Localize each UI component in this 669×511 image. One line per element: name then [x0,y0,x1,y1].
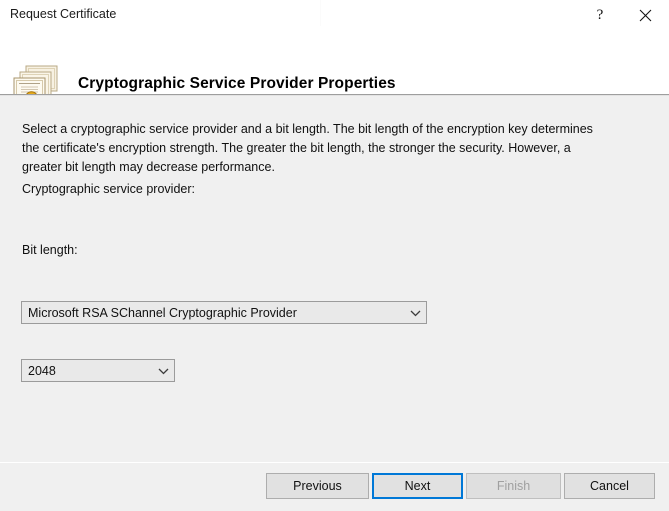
csp-field-label: Cryptographic service provider: [22,182,195,196]
chevron-down-icon[interactable] [404,302,426,323]
csp-combobox[interactable]: Microsoft RSA SChannel Cryptographic Pro… [21,301,427,324]
dialog-body: Select a cryptographic service provider … [0,96,669,462]
bit-length-combobox-value: 2048 [22,364,152,378]
bit-length-field-label: Bit length: [22,243,78,257]
description-text: Select a cryptographic service provider … [22,120,600,177]
close-button[interactable] [625,0,665,30]
previous-button[interactable]: Previous [266,473,369,499]
titlebar-seam-divider [320,0,321,26]
csp-combobox-value: Microsoft RSA SChannel Cryptographic Pro… [22,306,404,320]
page-title: Cryptographic Service Provider Propertie… [78,75,396,93]
cancel-button[interactable]: Cancel [564,473,655,499]
close-icon [639,9,652,22]
dialog-header: Cryptographic Service Provider Propertie… [0,30,669,94]
window-title: Request Certificate [10,6,116,22]
bit-length-combobox[interactable]: 2048 [21,359,175,382]
title-bar: Request Certificate ? [0,0,669,30]
help-button[interactable]: ? [580,0,620,30]
next-button[interactable]: Next [372,473,463,499]
chevron-down-icon[interactable] [152,360,174,381]
finish-button: Finish [466,473,561,499]
question-mark-icon: ? [597,8,604,23]
